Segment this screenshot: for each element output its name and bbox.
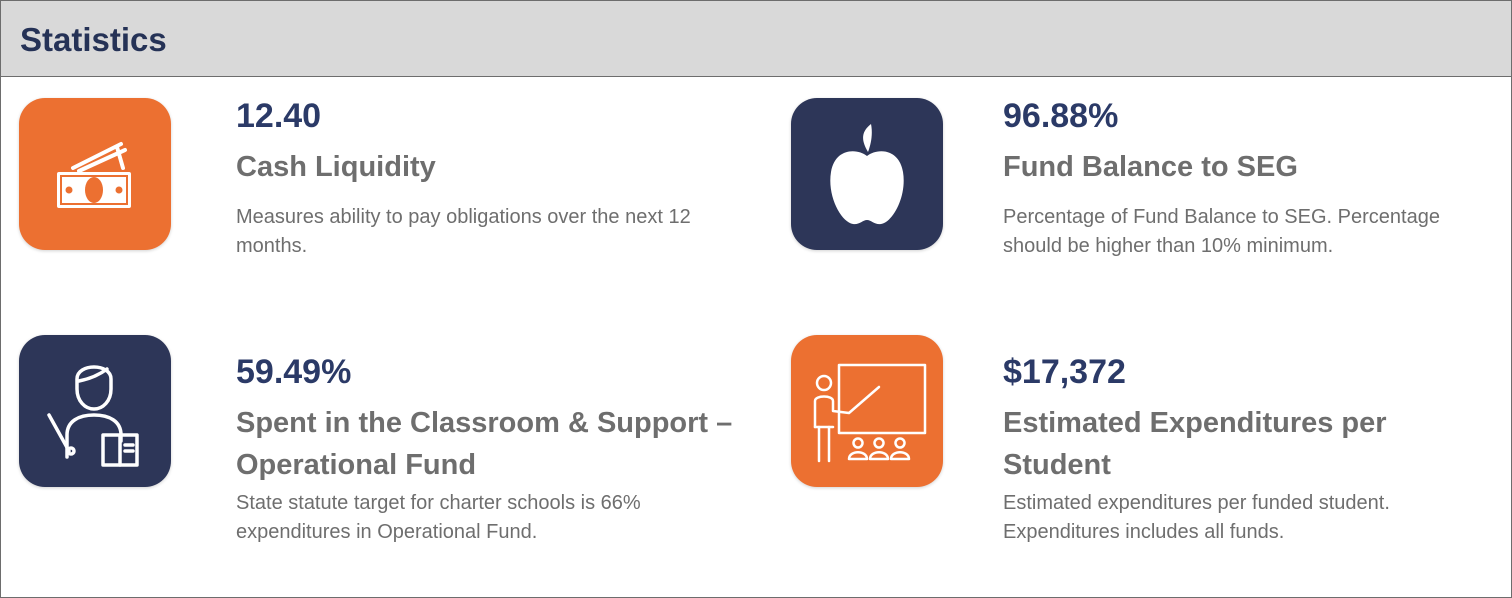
teacher-with-book-icon bbox=[47, 365, 139, 467]
stat-description: Estimated expenditures per funded studen… bbox=[1003, 492, 1390, 543]
stat-tile-fund-balance bbox=[791, 98, 943, 250]
stat-value: 96.88% bbox=[1003, 97, 1119, 135]
stat-title: Spent in the Classroom & Support – Opera… bbox=[236, 407, 733, 481]
stat-title: Fund Balance to SEG bbox=[1003, 151, 1298, 183]
stat-description: Percentage of Fund Balance to SEG. Perce… bbox=[1003, 206, 1440, 257]
statistics-panel: Statistics 12.40 Cash Liquidity Measures… bbox=[0, 0, 1512, 598]
stat-description: Measures ability to pay obligations over… bbox=[236, 206, 691, 257]
stat-fund-balance: 96.88% Fund Balance to SEG Percentage of… bbox=[1003, 96, 1503, 301]
stat-value: 12.40 bbox=[236, 97, 322, 135]
stat-tile-classroom-spending bbox=[19, 335, 171, 487]
stat-tile-cash-liquidity bbox=[19, 98, 171, 250]
stat-expenditures-per-student: $17,372 Estimated Expenditures per Stude… bbox=[1003, 352, 1503, 562]
page-title: Statistics bbox=[20, 21, 167, 58]
stat-description: State statute target for charter schools… bbox=[236, 492, 641, 543]
stat-value: 59.49% bbox=[236, 353, 352, 391]
statistics-header: Statistics bbox=[1, 1, 1511, 77]
stat-classroom-spending: 59.49% Spent in the Classroom & Support … bbox=[236, 352, 756, 562]
apple-icon bbox=[830, 124, 904, 225]
stat-title: Estimated Expenditures per Student bbox=[1003, 407, 1387, 481]
stat-cash-liquidity: 12.40 Cash Liquidity Measures ability to… bbox=[236, 96, 736, 276]
classroom-presentation-icon bbox=[813, 363, 927, 463]
stat-tile-expenditures-per-student bbox=[791, 335, 943, 487]
money-bills-icon bbox=[57, 142, 131, 208]
stat-value: $17,372 bbox=[1003, 353, 1126, 391]
stat-title: Cash Liquidity bbox=[236, 151, 436, 183]
